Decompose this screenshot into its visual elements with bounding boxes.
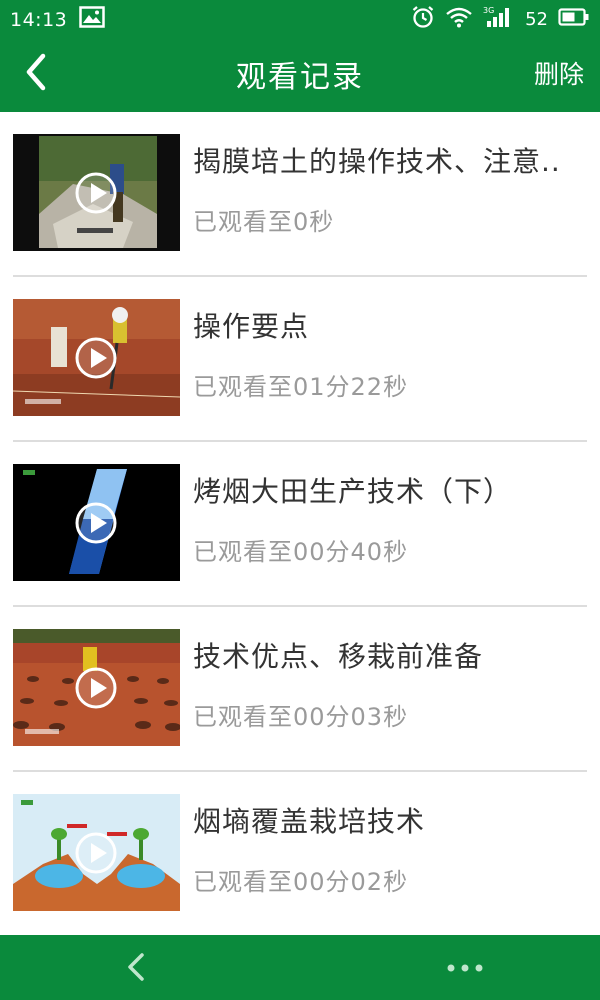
history-list: 揭膜培土的操作技术、注意.. 已观看至0秒 操作要点 已观看至01分22秒 烤烟… — [0, 112, 600, 937]
history-item[interactable]: 烤烟大田生产技术（下） 已观看至00分40秒 — [0, 442, 600, 607]
app-bar: 观看记录 删除 — [0, 36, 600, 112]
nav-bar — [0, 935, 600, 1000]
play-icon — [74, 501, 118, 545]
video-title: 烟墒覆盖栽培技术 — [193, 805, 426, 838]
back-icon[interactable] — [118, 947, 158, 987]
history-item[interactable]: 操作要点 已观看至01分22秒 — [0, 277, 600, 442]
signal-icon: 3G — [483, 5, 515, 34]
video-thumbnail — [13, 629, 180, 746]
play-icon — [74, 831, 118, 875]
more-icon[interactable] — [442, 953, 488, 983]
history-item[interactable]: 烟墒覆盖栽培技术 已观看至00分02秒 — [0, 772, 600, 937]
status-bar: 14:13 3G 52 — [0, 0, 600, 36]
history-item[interactable]: 技术优点、移栽前准备 已观看至00分03秒 — [0, 607, 600, 772]
video-title: 揭膜培土的操作技术、注意.. — [193, 145, 561, 178]
page-title: 观看记录 — [236, 60, 364, 95]
watch-progress: 已观看至00分02秒 — [193, 868, 409, 896]
watch-progress: 已观看至0秒 — [193, 208, 335, 236]
battery-icon — [558, 7, 590, 32]
video-thumbnail — [13, 134, 180, 251]
alarm-icon — [411, 5, 435, 34]
status-left: 14:13 — [10, 6, 106, 33]
video-title: 技术优点、移栽前准备 — [193, 640, 484, 673]
svg-text:3G: 3G — [483, 6, 494, 15]
image-icon — [79, 6, 106, 33]
play-icon — [74, 336, 118, 380]
watch-progress: 已观看至00分03秒 — [193, 703, 409, 731]
video-thumbnail — [13, 464, 180, 581]
battery-level: 52 — [525, 9, 548, 30]
video-title: 操作要点 — [193, 310, 310, 343]
status-right: 3G 52 — [411, 5, 590, 34]
watch-progress: 已观看至01分22秒 — [193, 373, 409, 401]
video-thumbnail — [13, 299, 180, 416]
video-title: 烤烟大田生产技术（下） — [193, 475, 513, 508]
video-thumbnail — [13, 794, 180, 911]
screen: 14:13 3G 52 观看记录 删除 揭膜培土的操作技术、注意.. 已观看至0… — [0, 0, 600, 1000]
delete-button[interactable]: 删除 — [534, 55, 584, 91]
play-icon — [74, 171, 118, 215]
play-icon — [74, 666, 118, 710]
history-item[interactable]: 揭膜培土的操作技术、注意.. 已观看至0秒 — [0, 112, 600, 277]
watch-progress: 已观看至00分40秒 — [193, 538, 409, 566]
status-time: 14:13 — [10, 8, 68, 31]
wifi-icon — [445, 6, 473, 33]
